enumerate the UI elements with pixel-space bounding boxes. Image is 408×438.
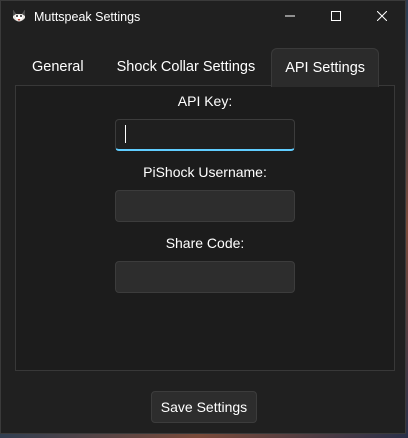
text-caret bbox=[125, 125, 126, 143]
save-settings-button[interactable]: Save Settings bbox=[151, 391, 257, 423]
tab-general[interactable]: General bbox=[15, 48, 101, 86]
pishock-username-input[interactable] bbox=[115, 190, 295, 222]
share-code-label: Share Code: bbox=[165, 235, 245, 251]
window-title: Muttspeak Settings bbox=[34, 10, 141, 24]
close-icon bbox=[376, 10, 388, 24]
tab-strip: General Shock Collar Settings API Settin… bbox=[15, 48, 380, 87]
api-key-input[interactable] bbox=[115, 119, 295, 151]
maximize-icon bbox=[331, 10, 341, 24]
minimize-icon bbox=[285, 10, 295, 24]
settings-window: Muttspeak Settings General Shock Collar … bbox=[0, 0, 406, 434]
title-bar[interactable]: Muttspeak Settings bbox=[1, 1, 405, 33]
close-button[interactable] bbox=[359, 1, 405, 33]
share-code-input[interactable] bbox=[115, 261, 295, 293]
pishock-username-label: PiShock Username: bbox=[143, 164, 267, 180]
tab-shock-collar-settings[interactable]: Shock Collar Settings bbox=[101, 48, 272, 86]
maximize-button[interactable] bbox=[313, 1, 359, 33]
tab-api-settings[interactable]: API Settings bbox=[271, 48, 380, 87]
husky-icon bbox=[11, 9, 27, 25]
minimize-button[interactable] bbox=[267, 1, 313, 33]
api-key-label: API Key: bbox=[177, 93, 233, 109]
